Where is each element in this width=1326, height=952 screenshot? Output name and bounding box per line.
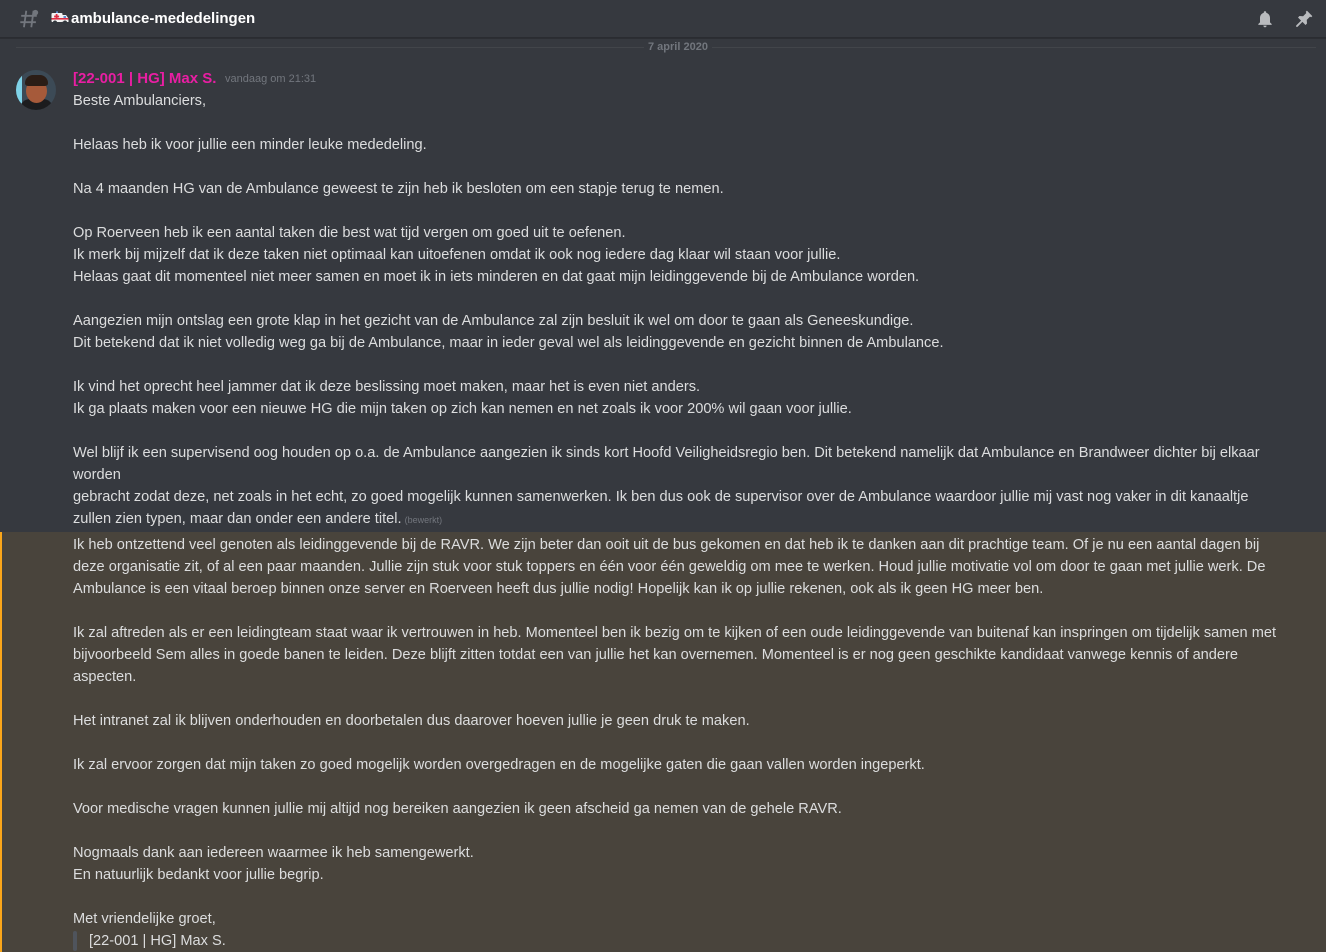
blockquote: [22-001 | HG] Max S. [73,930,1313,952]
message-line: Dit betekend dat ik niet volledig weg ga… [73,335,944,351]
message-line: bijvoorbeeld Sem alles in goede banen te… [73,647,1239,663]
message-line: deze organisatie zit, of al een paar maa… [73,559,1266,575]
message-line: worden [73,467,121,483]
message-timestamp: vandaag om 21:31 [225,73,317,85]
message-line: Beste Ambulanciers, [73,93,207,109]
message-line: Het intranet zal ik blijven onderhouden … [73,713,750,729]
message-line: Met vriendelijke groet, [73,911,216,927]
message-content: Beste Ambulanciers, Helaas heb ik voor ju… [73,90,1313,530]
message-line: Ik ga plaats maken voor een nieuwe HG di… [73,401,852,417]
message-line: Voor medische vragen kunnen jullie mij a… [73,801,842,817]
message: [22-001 | HG] Max S. vandaag om 21:31 Be… [0,60,1326,952]
pin-icon[interactable] [1294,9,1314,29]
message-line: Nogmaals dank aan iedereen waarmee ik he… [73,845,474,861]
message-line: Ik heb ontzettend veel genoten als leidi… [73,537,1260,553]
message-line: zullen zien typen, maar dan onder een an… [73,511,443,527]
message-line: En natuurlijk bedankt voor jullie begrip… [73,867,324,883]
message-line: Helaas heb ik voor jullie een minder leu… [73,137,427,153]
message-line: Ik vind het oprecht heel jammer dat ik d… [73,379,701,395]
channel-name: ambulance-mededelingen [71,10,256,27]
edited-label: (bewerkt) [404,515,443,525]
hash-icon [20,9,39,28]
message-author[interactable]: [22-001 | HG] Max S. [73,70,216,87]
message-line: Aangezien mijn ontslag een grote klap in… [73,313,914,329]
bell-icon[interactable] [1255,9,1275,29]
message-line: Ik zal ervoor zorgen dat mijn taken zo g… [73,757,925,773]
message-line: Op Roerveen heb ik een aantal taken die … [73,225,626,241]
ambulance-emoji [51,11,69,25]
date-divider-label: 7 april 2020 [644,41,712,53]
message-line: Wel blijf ik een supervisend oog houden … [73,445,1260,461]
blockquote-bar [73,931,77,951]
message-line: Na 4 maanden HG van de Ambulance geweest… [73,181,724,197]
message-line: Ambulance is een vitaal beroep binnen on… [73,581,1044,597]
message-content-continued: Ik heb ontzettend veel genoten als leidi… [73,534,1313,952]
channel-header: ambulance-mededelingen [0,0,1326,38]
message-line: Ik merk bij mijzelf dat ik deze taken ni… [73,247,841,263]
avatar[interactable] [16,70,56,110]
message-line: gebracht zodat deze, net zoals in het ec… [73,489,1249,505]
message-line: Ik zal aftreden als er een leidingteam s… [73,625,1277,641]
message-line: aspecten. [73,669,137,685]
message-line: Helaas gaat dit momenteel niet meer same… [73,269,920,285]
blockquote-text: [22-001 | HG] Max S. [89,933,226,949]
